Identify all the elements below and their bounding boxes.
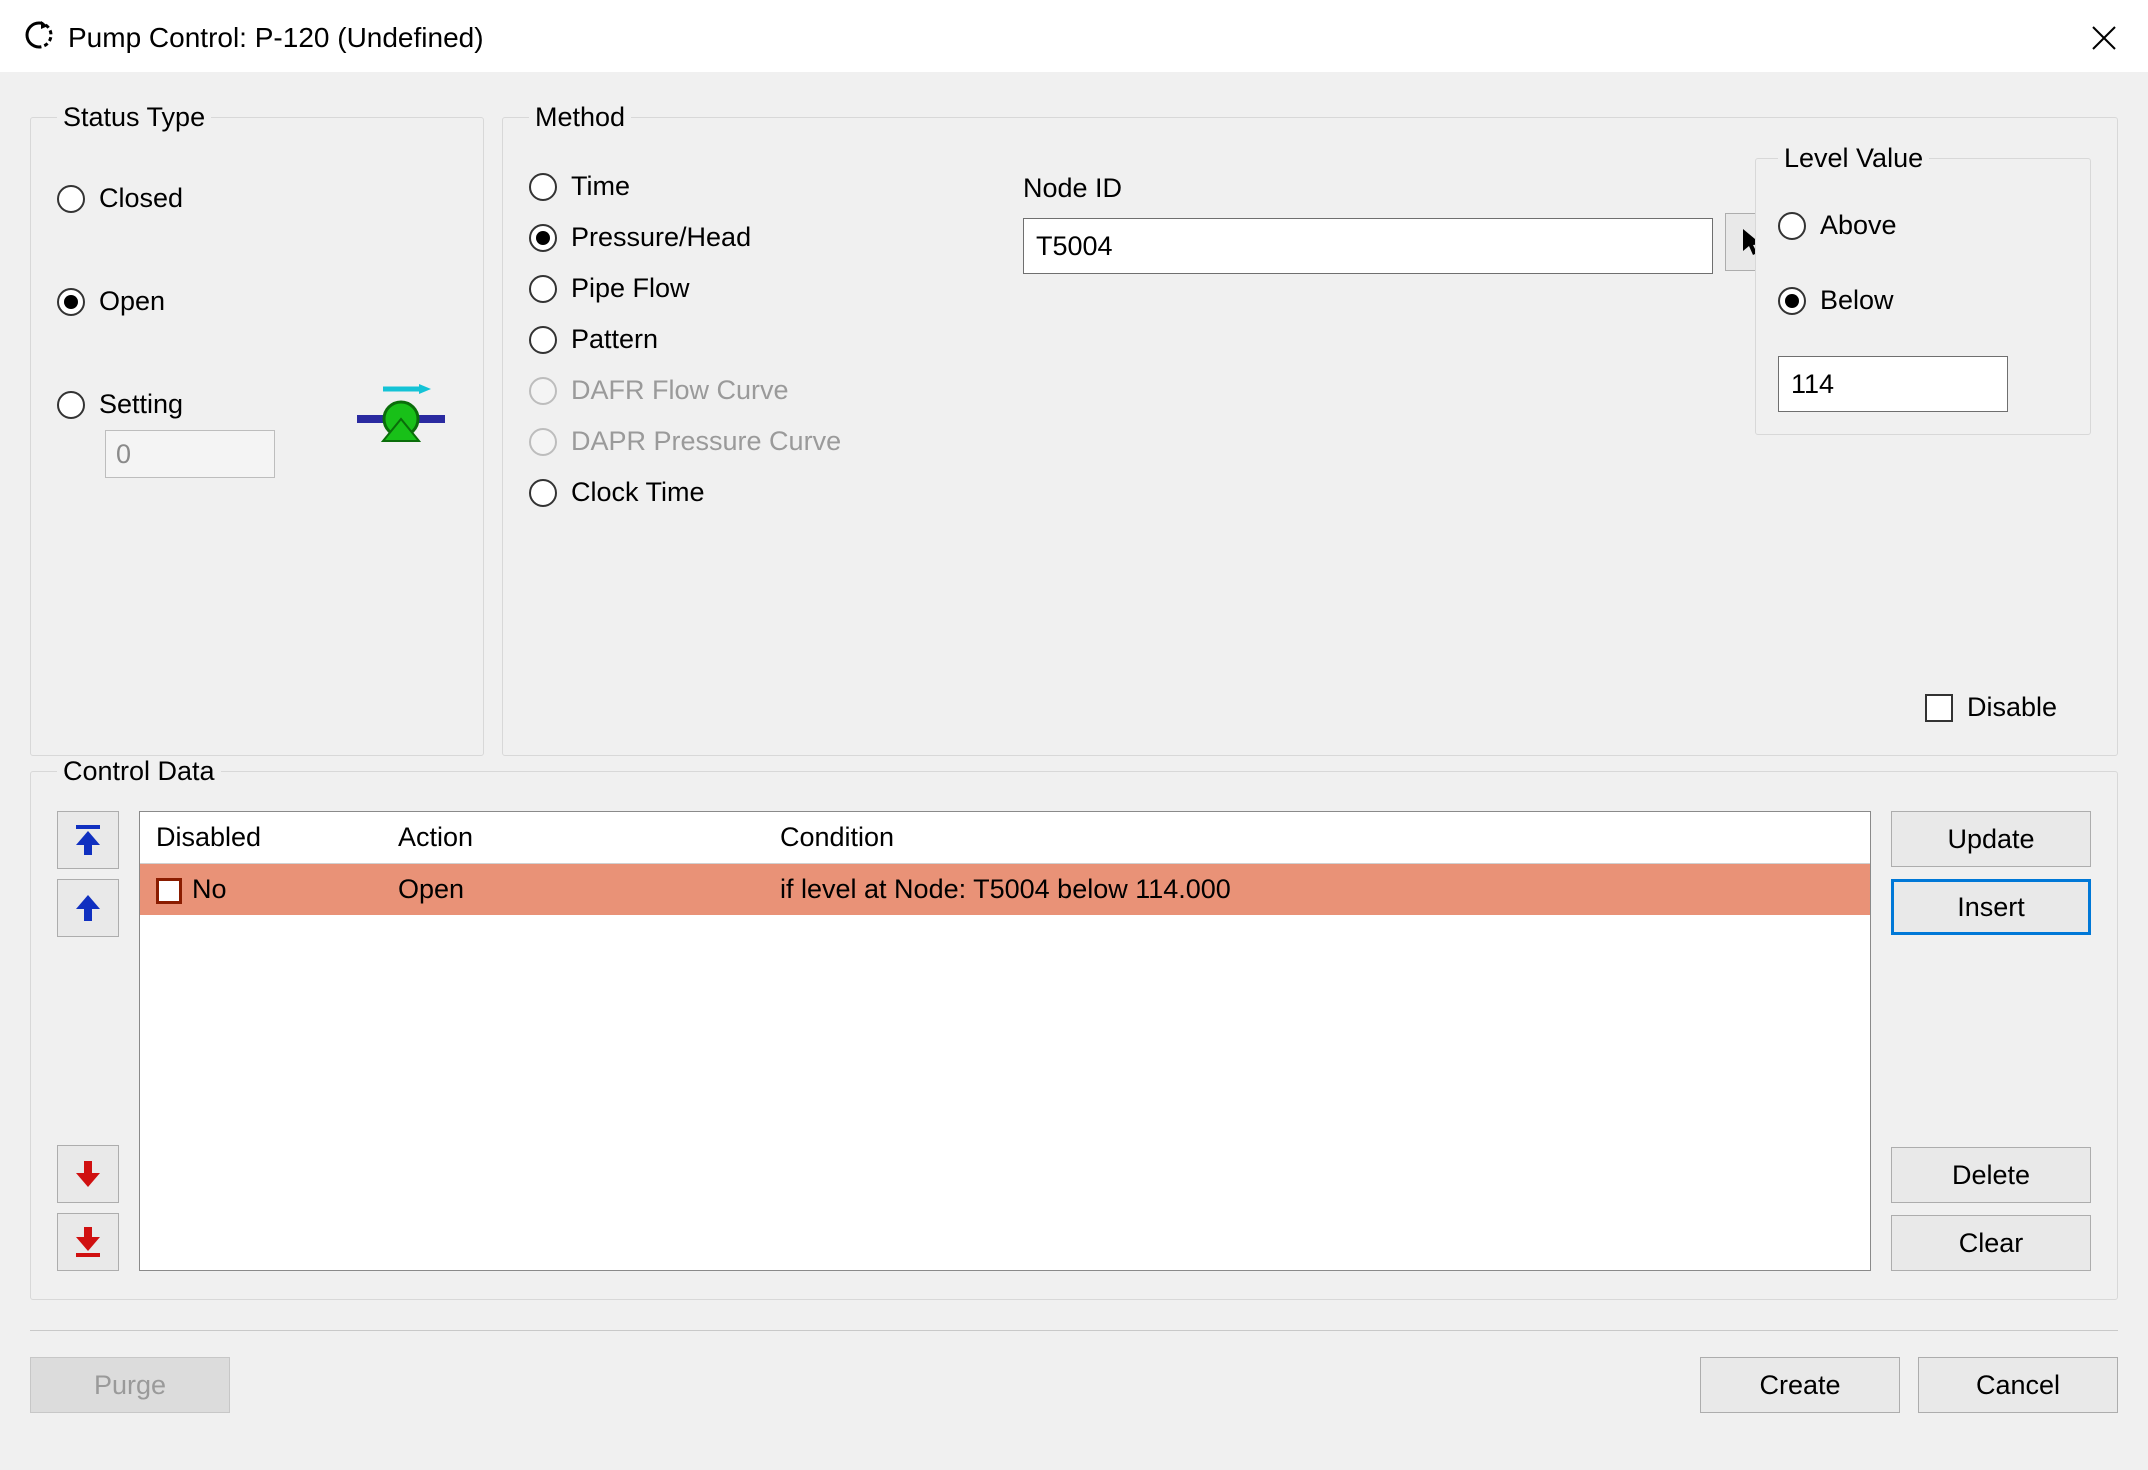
- arrow-top-icon: [73, 823, 103, 857]
- level-above-label: Above: [1820, 210, 1897, 241]
- radio-icon: [57, 391, 85, 419]
- move-down-button[interactable]: [57, 1145, 119, 1203]
- method-time-option[interactable]: Time: [529, 171, 919, 202]
- radio-icon: [57, 185, 85, 213]
- level-below-label: Below: [1820, 285, 1894, 316]
- node-id-block: Node ID: [1023, 173, 1713, 274]
- method-dapr-label: DAPR Pressure Curve: [571, 426, 841, 457]
- status-type-legend: Status Type: [57, 102, 211, 133]
- method-legend: Method: [529, 102, 631, 133]
- level-value-input[interactable]: [1778, 356, 2008, 412]
- app-icon: [24, 20, 54, 57]
- radio-icon: [529, 479, 557, 507]
- cell-disabled: No: [140, 864, 382, 916]
- col-header-disabled[interactable]: Disabled: [140, 812, 382, 864]
- method-pattern-option[interactable]: Pattern: [529, 324, 919, 355]
- status-type-group: Status Type Closed Open Setting: [30, 102, 484, 756]
- col-header-condition[interactable]: Condition: [764, 812, 1870, 864]
- close-button[interactable]: [2080, 14, 2128, 62]
- pump-control-dialog: Pump Control: P-120 (Undefined) Status T…: [0, 0, 2148, 1470]
- method-pattern-label: Pattern: [571, 324, 658, 355]
- radio-icon: [529, 275, 557, 303]
- status-closed-option[interactable]: Closed: [57, 183, 457, 214]
- pump-icon: [353, 383, 449, 443]
- node-id-label: Node ID: [1023, 173, 1713, 204]
- arrow-bottom-icon: [73, 1225, 103, 1259]
- level-below-option[interactable]: Below: [1778, 285, 2068, 316]
- row-status-icon: [156, 878, 182, 904]
- disable-label: Disable: [1967, 692, 2057, 723]
- move-up-button[interactable]: [57, 879, 119, 937]
- purge-button: Purge: [30, 1357, 230, 1413]
- window-title: Pump Control: P-120 (Undefined): [68, 22, 484, 54]
- method-clocktime-label: Clock Time: [571, 477, 705, 508]
- method-dafr-label: DAFR Flow Curve: [571, 375, 789, 406]
- status-closed-label: Closed: [99, 183, 183, 214]
- method-pipeflow-label: Pipe Flow: [571, 273, 690, 304]
- move-top-button[interactable]: [57, 811, 119, 869]
- level-value-legend: Level Value: [1778, 143, 1929, 174]
- radio-icon: [529, 428, 557, 456]
- dialog-footer: Purge Create Cancel: [30, 1330, 2118, 1413]
- method-dafr-option: DAFR Flow Curve: [529, 375, 919, 406]
- method-dapr-option: DAPR Pressure Curve: [529, 426, 919, 457]
- table-row[interactable]: No Open if level at Node: T5004 below 11…: [140, 864, 1870, 916]
- clear-button[interactable]: Clear: [1891, 1215, 2091, 1271]
- radio-icon: [529, 224, 557, 252]
- move-bottom-button[interactable]: [57, 1213, 119, 1271]
- title-bar: Pump Control: P-120 (Undefined): [0, 0, 2148, 72]
- arrow-up-icon: [73, 891, 103, 925]
- method-group: Method Time Pressure/Head Pipe Flow: [502, 102, 2118, 756]
- radio-icon: [529, 326, 557, 354]
- control-data-table[interactable]: Disabled Action Condition No Open: [139, 811, 1871, 1271]
- disable-checkbox-row[interactable]: Disable: [1925, 692, 2057, 723]
- status-open-label: Open: [99, 286, 165, 317]
- control-data-buttons: Update Insert Delete Clear: [1891, 811, 2091, 1271]
- delete-button[interactable]: Delete: [1891, 1147, 2091, 1203]
- radio-icon: [1778, 287, 1806, 315]
- level-value-group: Level Value Above Below: [1755, 143, 2091, 435]
- arrow-down-icon: [73, 1157, 103, 1191]
- cell-disabled-text: No: [192, 874, 227, 904]
- update-button[interactable]: Update: [1891, 811, 2091, 867]
- row-move-toolbar: [57, 811, 119, 1271]
- method-clocktime-option[interactable]: Clock Time: [529, 477, 919, 508]
- method-time-label: Time: [571, 171, 630, 202]
- radio-icon: [57, 288, 85, 316]
- cell-action: Open: [382, 864, 764, 916]
- status-open-option[interactable]: Open: [57, 286, 457, 317]
- radio-icon: [1778, 212, 1806, 240]
- cancel-button[interactable]: Cancel: [1918, 1357, 2118, 1413]
- control-data-legend: Control Data: [57, 756, 221, 787]
- node-id-input[interactable]: [1023, 218, 1713, 274]
- control-data-group: Control Data: [30, 756, 2118, 1300]
- col-header-action[interactable]: Action: [382, 812, 764, 864]
- radio-icon: [529, 377, 557, 405]
- level-above-option[interactable]: Above: [1778, 210, 2068, 241]
- cell-condition: if level at Node: T5004 below 114.000: [764, 864, 1870, 916]
- method-pressure-option[interactable]: Pressure/Head: [529, 222, 919, 253]
- radio-icon: [529, 173, 557, 201]
- method-pressure-label: Pressure/Head: [571, 222, 751, 253]
- method-pipeflow-option[interactable]: Pipe Flow: [529, 273, 919, 304]
- setting-value-input: [105, 430, 275, 478]
- status-setting-label: Setting: [99, 389, 183, 420]
- insert-button[interactable]: Insert: [1891, 879, 2091, 935]
- checkbox-icon: [1925, 694, 1953, 722]
- create-button[interactable]: Create: [1700, 1357, 1900, 1413]
